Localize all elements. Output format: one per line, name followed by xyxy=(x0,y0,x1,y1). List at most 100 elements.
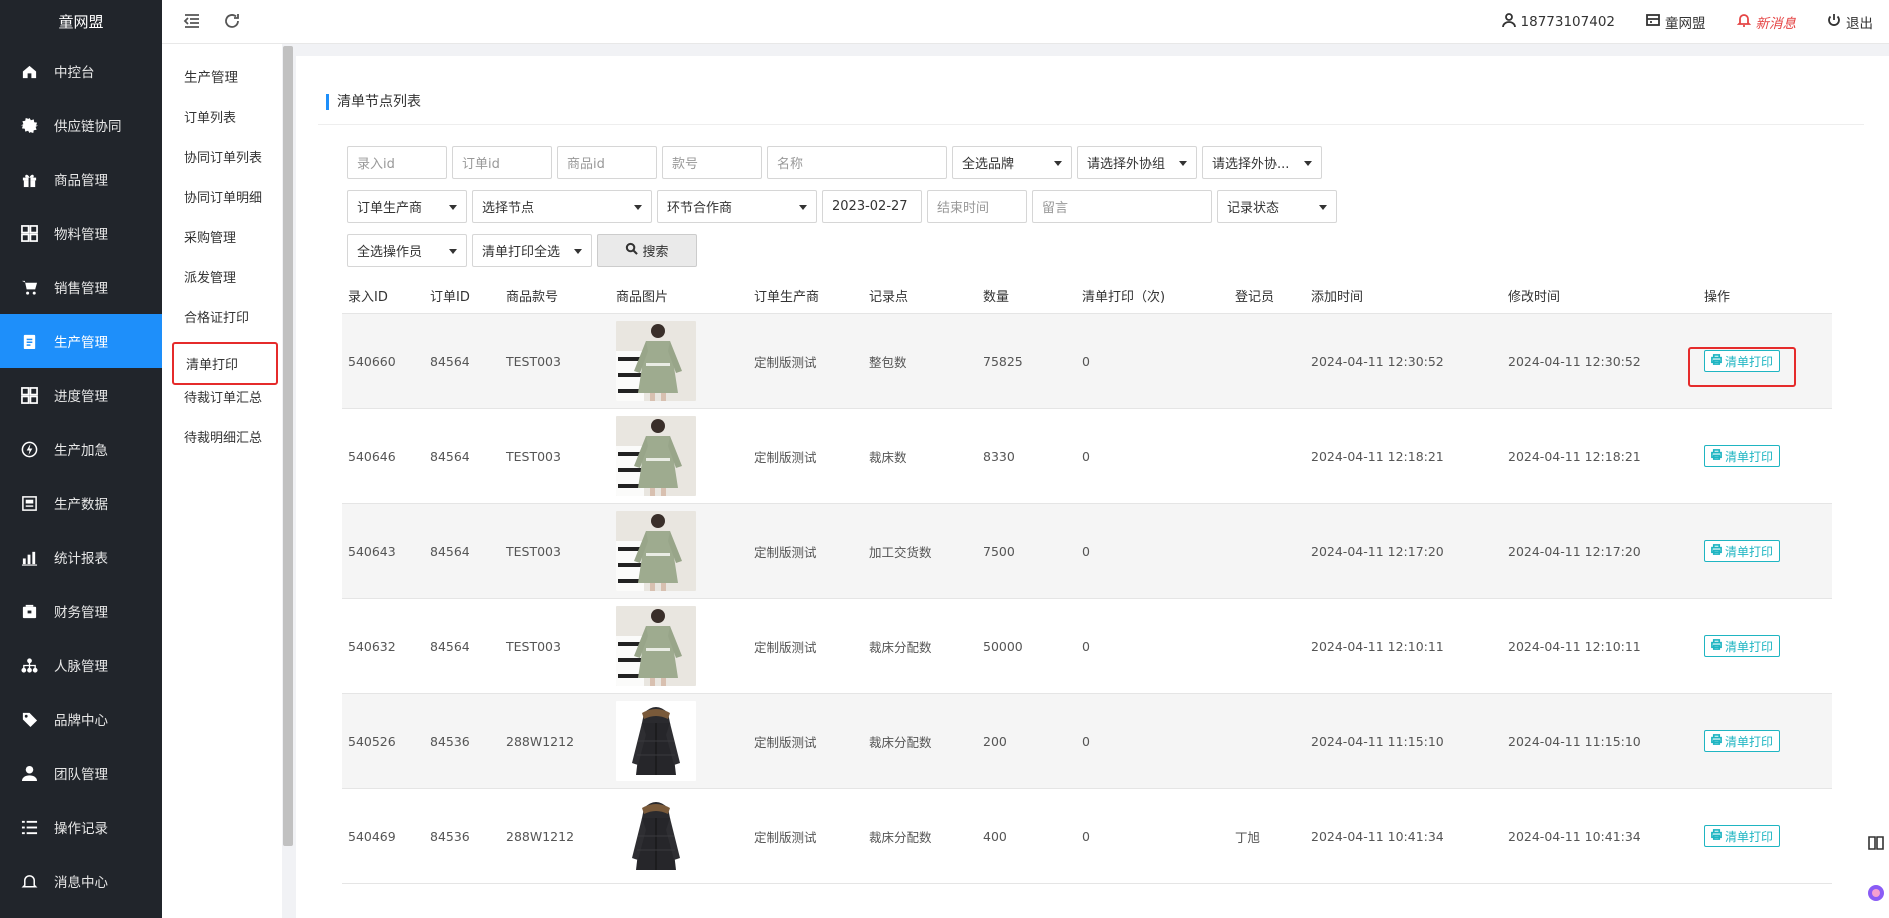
sidebar-item-7[interactable]: 生产加急 xyxy=(0,422,162,476)
submenu-item[interactable]: 待裁订单汇总 xyxy=(184,387,262,406)
submenu-item[interactable]: 协同订单列表 xyxy=(184,147,262,166)
entry-id-cell: 540660 xyxy=(348,353,396,369)
order-producer-select[interactable]: 订单生产商 xyxy=(347,190,467,223)
product-thumbnail[interactable] xyxy=(616,701,696,781)
search-button[interactable]: 搜索 xyxy=(597,234,697,267)
store-link[interactable]: 童网盟 xyxy=(1645,12,1706,32)
sidebar-item-2[interactable]: 商品管理 xyxy=(0,152,162,206)
action-cell: 清单打印 xyxy=(1698,730,1832,752)
print-list-button[interactable]: 清单打印 xyxy=(1704,445,1781,467)
quantity-cell: 50000 xyxy=(983,638,1023,654)
submenu-item-active[interactable]: 清单打印 xyxy=(172,342,278,385)
order-id-cell: 84564 xyxy=(430,638,470,654)
entry-id-input[interactable]: 录入id xyxy=(347,146,447,179)
action-cell: 清单打印 xyxy=(1698,635,1832,657)
product-thumbnail[interactable] xyxy=(616,321,696,401)
refresh-icon[interactable] xyxy=(222,11,242,31)
print-list-button[interactable]: 清单打印 xyxy=(1704,635,1781,657)
printer-icon xyxy=(1711,829,1722,843)
logout-button[interactable]: 退出 xyxy=(1826,12,1873,32)
product-thumbnail[interactable] xyxy=(616,511,696,591)
outer-group-select[interactable]: 请选择外协组 xyxy=(1077,146,1197,179)
added-time-cell: 2024-04-11 10:41:34 xyxy=(1311,828,1444,844)
submenu-item[interactable]: 协同订单明细 xyxy=(184,187,262,206)
product-id-input[interactable]: 商品id xyxy=(557,146,657,179)
sidebar-item-5[interactable]: 生产管理 xyxy=(0,314,162,368)
sidebar-item-9[interactable]: 统计报表 xyxy=(0,530,162,584)
sidebar-item-11[interactable]: 人脉管理 xyxy=(0,638,162,692)
node-select[interactable]: 选择节点 xyxy=(472,190,652,223)
sidebar-item-label: 消息中心 xyxy=(54,875,108,891)
column-header: 录入ID xyxy=(348,290,388,305)
remark-input[interactable]: 留言 xyxy=(1032,190,1212,223)
print-list-button[interactable]: 清单打印 xyxy=(1704,825,1781,847)
table-row: 540526 84536 288W1212 定制版测试 裁床分配数 200 0 2024-04… xyxy=(342,694,1832,789)
sidebar-item-4[interactable]: 销售管理 xyxy=(0,260,162,314)
printer-icon xyxy=(1711,734,1722,748)
sidebar-item-14[interactable]: 操作记录 xyxy=(0,800,162,854)
quantity-cell: 400 xyxy=(983,828,1007,844)
book-icon[interactable] xyxy=(1863,830,1889,856)
operator-select[interactable]: 全选操作员 xyxy=(347,234,467,267)
sidebar-item-13[interactable]: 团队管理 xyxy=(0,746,162,800)
entry-id-cell: 540469 xyxy=(348,828,396,844)
sidebar-item-3[interactable]: 物料管理 xyxy=(0,206,162,260)
product-thumbnail[interactable] xyxy=(616,796,696,876)
home-icon xyxy=(20,62,38,80)
product-thumbnail[interactable] xyxy=(616,416,696,496)
end-time-input[interactable]: 结束时间 xyxy=(927,190,1027,223)
user-account[interactable]: 18773107402 xyxy=(1501,12,1615,32)
column-header: 登记员 xyxy=(1235,290,1275,305)
action-cell: 清单打印 xyxy=(1698,445,1832,467)
submenu-item[interactable]: 待裁明细汇总 xyxy=(184,427,262,446)
sidebar-item-6[interactable]: 进度管理 xyxy=(0,368,162,422)
print-list-button[interactable]: 清单打印 xyxy=(1704,540,1781,562)
scrollbar-thumb[interactable] xyxy=(283,46,293,846)
sidebar-item-8[interactable]: 生产数据 xyxy=(0,476,162,530)
new-message-link[interactable]: 新消息 xyxy=(1736,12,1797,32)
start-date-input[interactable]: 2023-02-27 xyxy=(822,190,922,223)
gear-icon xyxy=(20,116,38,134)
sidebar-item-label: 生产数据 xyxy=(54,497,108,513)
submenu-item[interactable]: 合格证打印 xyxy=(184,307,249,326)
submenu-item[interactable]: 采购管理 xyxy=(184,227,236,246)
sidebar-item-1[interactable]: 供应链协同 xyxy=(0,98,162,152)
sidebar-item-0[interactable]: 中控台 xyxy=(0,44,162,98)
ai-assistant-icon[interactable] xyxy=(1863,880,1889,906)
partner-select[interactable]: 环节合作商 xyxy=(657,190,817,223)
bolt-icon xyxy=(20,440,38,458)
sidebar-item-10[interactable]: 财务管理 xyxy=(0,584,162,638)
product-image-cell xyxy=(610,606,748,686)
title-divider xyxy=(318,124,1864,125)
wallet-icon xyxy=(20,602,38,620)
style-no-input[interactable]: 款号 xyxy=(662,146,762,179)
producer-cell: 定制版测试 xyxy=(754,449,817,465)
print-list-button[interactable]: 清单打印 xyxy=(1704,730,1781,752)
order-id-cell: 84564 xyxy=(430,353,470,369)
sidebar-item-15[interactable]: 消息中心 xyxy=(0,854,162,908)
print-status-select[interactable]: 清单打印全选 xyxy=(472,234,592,267)
print-count-cell: 0 xyxy=(1082,638,1090,654)
new-message-label: 新消息 xyxy=(1755,16,1797,32)
order-id-input[interactable]: 订单id xyxy=(452,146,552,179)
collapse-menu-icon[interactable] xyxy=(182,11,202,31)
submenu-scrollbar[interactable] xyxy=(282,44,294,918)
submenu-item[interactable]: 订单列表 xyxy=(184,107,236,126)
print-count-cell: 0 xyxy=(1082,733,1090,749)
entry-id-cell: 540526 xyxy=(348,733,396,749)
product-image-cell xyxy=(610,511,748,591)
app-logo[interactable]: 童网盟 xyxy=(0,0,162,44)
submenu-item[interactable]: 派发管理 xyxy=(184,267,236,286)
user-phone: 18773107402 xyxy=(1520,14,1615,30)
outer-partner-select[interactable]: 请选择外协... xyxy=(1202,146,1322,179)
brand-select[interactable]: 全选品牌 xyxy=(952,146,1072,179)
product-thumbnail[interactable] xyxy=(616,606,696,686)
sidebar-item-12[interactable]: 品牌中心 xyxy=(0,692,162,746)
record-status-select[interactable]: 记录状态 xyxy=(1217,190,1337,223)
bar-chart-icon xyxy=(20,548,38,566)
user-icon xyxy=(20,764,38,782)
sidebar-item-label: 中控台 xyxy=(54,65,95,81)
logout-label: 退出 xyxy=(1846,16,1873,32)
order-id-cell: 84564 xyxy=(430,543,470,559)
name-input[interactable]: 名称 xyxy=(767,146,947,179)
